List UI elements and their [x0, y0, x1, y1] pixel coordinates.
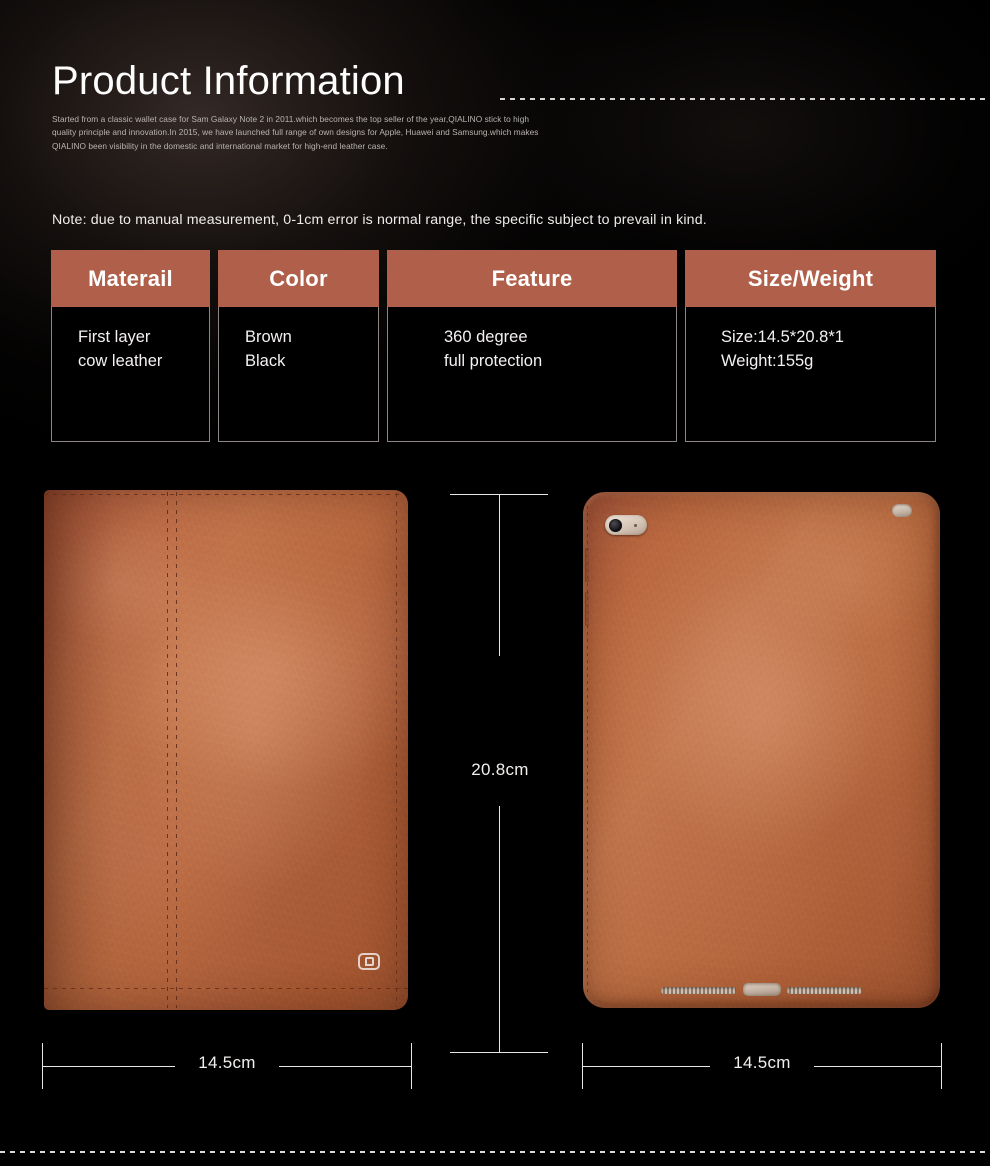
product-showcase: 20.8cm 14.5cm 14.5cm: [0, 470, 990, 1110]
dimension-height-cap-bottom: [450, 1052, 548, 1053]
dimension-width-right-line-b: [814, 1066, 942, 1067]
spec-table: Materail First layer cow leather Color B…: [51, 250, 939, 442]
spec-column-material: Materail First layer cow leather: [51, 250, 210, 442]
dimension-width-right: 14.5cm: [582, 1036, 942, 1096]
dimension-width-left-label: 14.5cm: [198, 1053, 256, 1072]
microphone-icon: [634, 523, 637, 527]
measurement-note: Note: due to manual measurement, 0-1cm e…: [52, 212, 707, 228]
volume-down-button: [585, 592, 589, 626]
spec-header-size-weight: Size/Weight: [685, 250, 936, 307]
spec-header-color: Color: [218, 250, 379, 307]
qialino-logo-icon: [358, 953, 380, 970]
dimension-height-label: 20.8cm: [471, 760, 529, 779]
dimension-height-line-upper: [499, 494, 500, 656]
spec-column-feature: Feature 360 degree full protection: [387, 250, 677, 442]
bottom-dashed-rule: [0, 1151, 990, 1153]
spec-header-feature: Feature: [387, 250, 677, 307]
dimension-width-right-line-a: [582, 1066, 710, 1067]
stitch-line-spine-left: [167, 492, 168, 1008]
case-edge-bevel: [583, 492, 940, 1008]
dimension-width-right-cap-end: [941, 1043, 942, 1089]
title-dashed-rule: [500, 98, 990, 100]
logo-q-glyph: [364, 957, 374, 966]
spec-column-size-weight: Size/Weight Size:14.5*20.8*1 Weight:155g: [685, 250, 936, 442]
product-image-tablet-back: [583, 492, 940, 1008]
camera-cutout: [605, 515, 647, 535]
spec-value-size-weight: Size:14.5*20.8*1 Weight:155g: [685, 307, 936, 442]
product-information-page: Product Information Started from a class…: [0, 0, 990, 1166]
stitch-line-spine-right: [176, 492, 177, 1008]
volume-up-button: [585, 548, 589, 582]
stitch-line-top: [44, 494, 408, 495]
dimension-width-left-cap-end: [411, 1043, 412, 1089]
product-image-folio-front: [44, 490, 408, 1010]
spec-value-feature: 360 degree full protection: [387, 307, 677, 442]
speaker-grille-left: [661, 987, 736, 994]
stitch-line-bottom: [44, 988, 408, 989]
page-title: Product Information: [52, 59, 405, 103]
power-button-cutout: [892, 504, 912, 517]
dimension-width-left: 14.5cm: [42, 1036, 412, 1096]
dimension-height: 20.8cm: [430, 490, 570, 1056]
charging-port-cutout: [742, 983, 781, 996]
dimension-width-left-line-b: [279, 1066, 412, 1067]
camera-lens-icon: [609, 518, 622, 532]
spec-value-color: Brown Black: [218, 307, 379, 442]
folio-spine-shadow: [44, 490, 172, 1010]
dimension-width-right-label: 14.5cm: [733, 1053, 791, 1072]
stitch-line-right-edge: [396, 493, 397, 1007]
speaker-grille-right: [787, 987, 862, 994]
spec-value-material: First layer cow leather: [51, 307, 210, 442]
dimension-height-line-lower: [499, 806, 500, 1052]
brand-intro-paragraph: Started from a classic wallet case for S…: [52, 114, 539, 151]
spec-column-color: Color Brown Black: [218, 250, 379, 442]
dimension-width-left-line-a: [42, 1066, 175, 1067]
spec-header-material: Materail: [51, 250, 210, 307]
